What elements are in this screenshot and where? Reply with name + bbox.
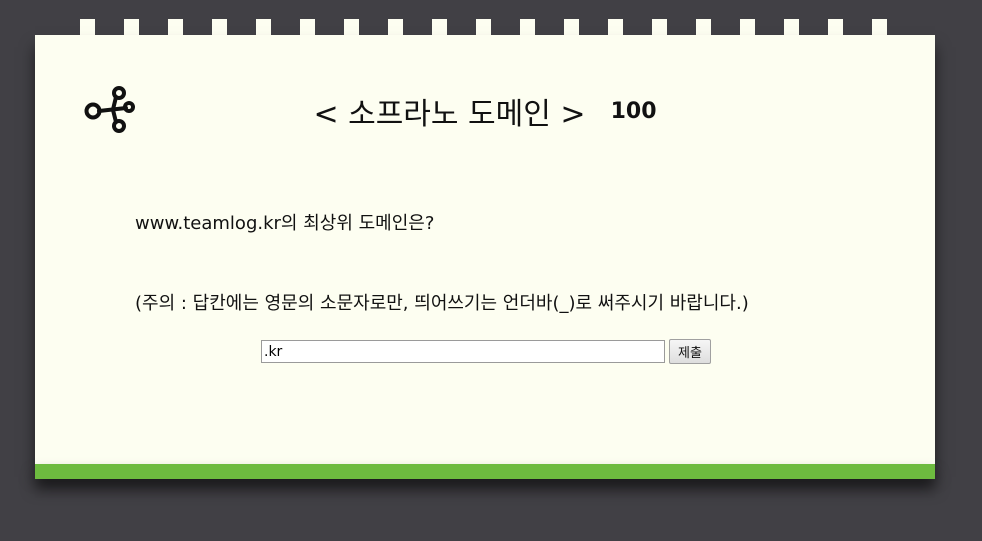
notebook-tab: [432, 19, 447, 36]
notebook-tab: [124, 19, 139, 36]
quiz-card: < 소프라노 도메인 > 100 www.teamlog.kr의 최상위 도메인…: [35, 35, 935, 465]
answer-notice: (주의 : 답칸에는 영문의 소문자로만, 띄어쓰기는 언더바(_)로 써주시기…: [135, 293, 749, 314]
notebook-tab: [740, 19, 755, 36]
notebook-tab: [212, 19, 227, 36]
submit-button[interactable]: 제출: [669, 339, 711, 364]
notebook-tab: [388, 19, 403, 36]
question-text: www.teamlog.kr의 최상위 도메인은?: [135, 213, 435, 234]
answer-form: 제출: [261, 339, 711, 364]
notebook-tab: [80, 19, 95, 36]
notebook-tab: [784, 19, 799, 36]
quiz-title: < 소프라노 도메인 >: [313, 97, 586, 132]
notebook-tab: [300, 19, 315, 36]
notebook-tab: [344, 19, 359, 36]
notebook-tab: [168, 19, 183, 36]
notebook-tab: [476, 19, 491, 36]
answer-input[interactable]: [261, 340, 665, 363]
accent-bar: [35, 464, 935, 479]
quiz-header: < 소프라노 도메인 > 100: [35, 89, 935, 133]
notebook-tab: [520, 19, 535, 36]
notebook-tab: [828, 19, 843, 36]
notebook-tab: [608, 19, 623, 36]
quiz-score: 100: [610, 98, 657, 124]
notebook-tab: [564, 19, 579, 36]
notebook-tab: [652, 19, 667, 36]
page: < 소프라노 도메인 > 100 www.teamlog.kr의 최상위 도메인…: [0, 0, 982, 541]
notebook-tab: [696, 19, 711, 36]
notebook-tab: [872, 19, 887, 36]
notebook-tab: [256, 19, 271, 36]
notebook-tabs: [80, 19, 920, 36]
